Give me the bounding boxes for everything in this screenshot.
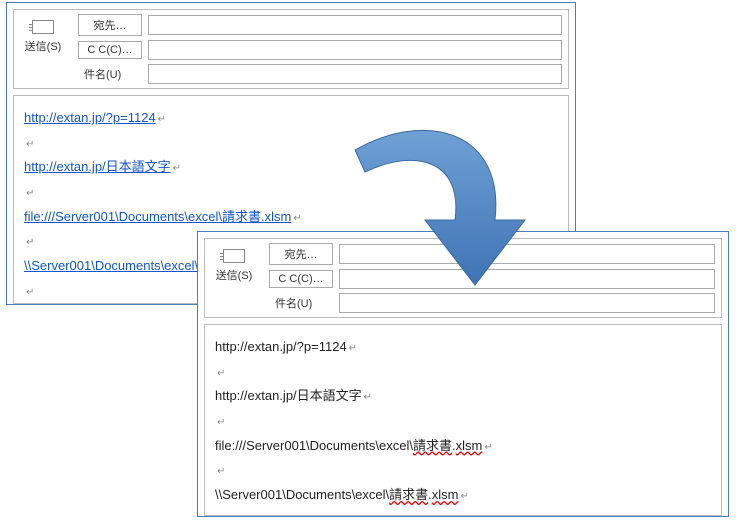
- body-hyperlink[interactable]: http://extan.jp/日本語文字: [24, 159, 171, 174]
- paragraph-mark: ↵: [461, 491, 469, 502]
- paragraph-mark: ↵: [293, 213, 301, 224]
- cc-button[interactable]: C C(C)…: [269, 270, 333, 288]
- subject-input[interactable]: [148, 64, 562, 84]
- cc-row: C C(C)…: [269, 269, 715, 289]
- to-button[interactable]: 宛先…: [78, 14, 142, 36]
- message-body[interactable]: http://extan.jp/?p=1124↵ ↵ http://extan.…: [204, 324, 722, 516]
- body-text: \\Server001\Documents\excel\請求書.xlsm: [215, 487, 459, 502]
- header-fields: 宛先… C C(C)… 件名(U): [269, 243, 715, 313]
- paragraph-mark: ↵: [217, 368, 225, 379]
- paragraph-mark: ↵: [217, 466, 225, 477]
- body-text: http://extan.jp/日本語文字: [215, 388, 362, 403]
- send-button[interactable]: 送信(S): [205, 243, 263, 285]
- cc-button[interactable]: C C(C)…: [78, 41, 142, 59]
- compose-header: 送信(S) 宛先… C C(C)… 件名(U): [204, 238, 722, 318]
- send-envelope-icon: [223, 249, 245, 263]
- paragraph-mark: ↵: [484, 442, 492, 453]
- to-row: 宛先…: [78, 14, 562, 36]
- subject-label: 件名(U): [78, 64, 142, 84]
- cc-input[interactable]: [339, 269, 715, 289]
- paragraph-mark: ↵: [217, 417, 225, 428]
- send-envelope-icon: [32, 20, 54, 34]
- subject-label: 件名(U): [269, 293, 333, 313]
- paragraph-mark: ↵: [364, 392, 372, 403]
- to-row: 宛先…: [269, 243, 715, 265]
- send-button[interactable]: 送信(S): [14, 14, 72, 56]
- header-fields: 宛先… C C(C)… 件名(U): [78, 14, 562, 84]
- subject-row: 件名(U): [269, 293, 715, 313]
- subject-row: 件名(U): [78, 64, 562, 84]
- paragraph-mark: ↵: [26, 237, 34, 248]
- paragraph-mark: ↵: [173, 163, 181, 174]
- compose-header: 送信(S) 宛先… C C(C)… 件名(U): [13, 9, 569, 89]
- body-hyperlink[interactable]: file:///Server001\Documents\excel\請求書.xl…: [24, 209, 291, 224]
- body-hyperlink[interactable]: http://extan.jp/?p=1124: [24, 110, 156, 125]
- to-button[interactable]: 宛先…: [269, 243, 333, 265]
- cc-input[interactable]: [148, 40, 562, 60]
- cc-row: C C(C)…: [78, 40, 562, 60]
- paragraph-mark: ↵: [26, 287, 34, 298]
- to-input[interactable]: [339, 244, 715, 264]
- body-text: file:///Server001\Documents\excel\請求書.xl…: [215, 438, 482, 453]
- to-input[interactable]: [148, 15, 562, 35]
- subject-input[interactable]: [339, 293, 715, 313]
- paragraph-mark: ↵: [349, 343, 357, 354]
- body-text: http://extan.jp/?p=1124: [215, 339, 347, 354]
- send-label: 送信(S): [25, 38, 62, 54]
- compose-window-after: 送信(S) 宛先… C C(C)… 件名(U) http://extan.jp/…: [197, 231, 729, 517]
- send-label: 送信(S): [216, 267, 253, 283]
- paragraph-mark: ↵: [158, 114, 166, 125]
- paragraph-mark: ↵: [26, 188, 34, 199]
- paragraph-mark: ↵: [26, 139, 34, 150]
